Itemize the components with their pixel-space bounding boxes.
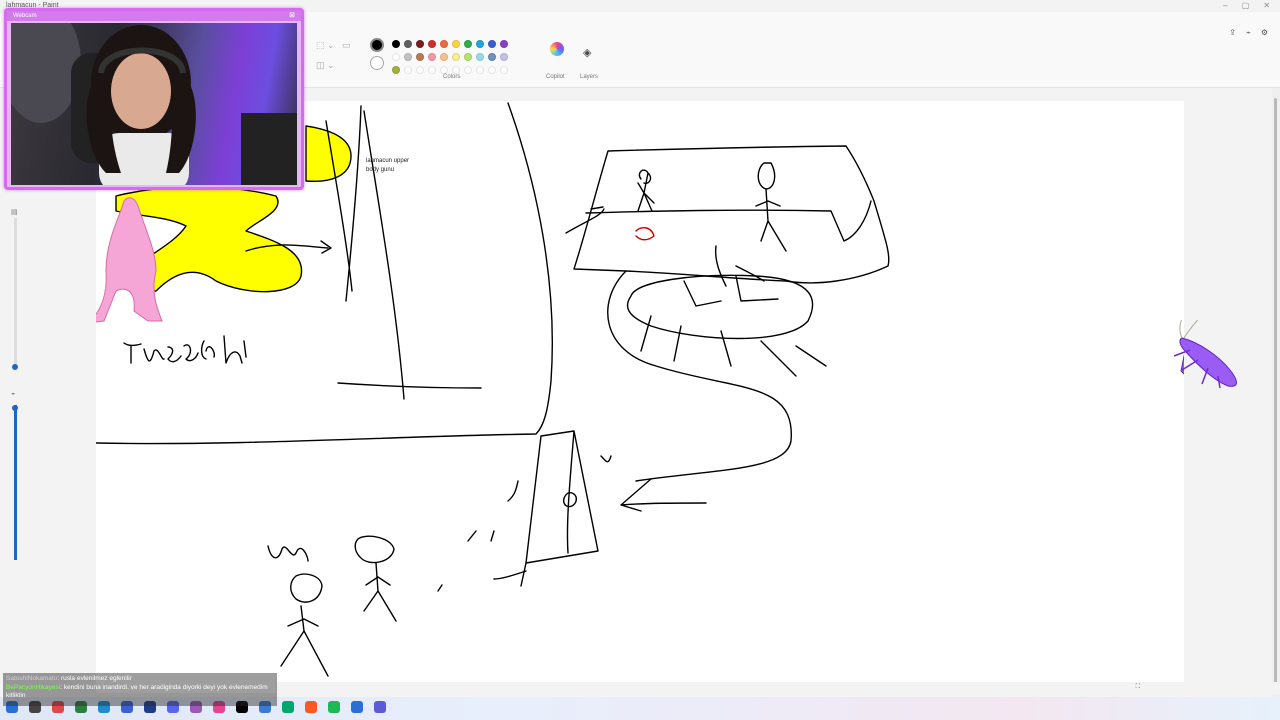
base-line <box>337 382 482 389</box>
chat-text: rusla evlenilmez eglenilir <box>60 675 132 682</box>
layers-group-label: Layers <box>580 74 599 80</box>
notification-icon[interactable]: ⌁ <box>1246 28 1251 37</box>
color-swatch[interactable] <box>464 53 472 61</box>
color-swatch[interactable] <box>428 53 436 61</box>
color-swatch[interactable] <box>416 53 424 61</box>
copilot-icon[interactable] <box>550 42 564 56</box>
color-swatch[interactable] <box>416 40 424 48</box>
color-swatch[interactable] <box>428 66 436 74</box>
selection-tool-icon[interactable]: ⬚ ⌄ ▭ <box>316 40 351 51</box>
color-swatch[interactable] <box>404 40 412 48</box>
color-swatch[interactable] <box>416 66 424 74</box>
webcam-video <box>11 23 297 185</box>
primary-color-swatch[interactable] <box>370 38 384 52</box>
color-swatch[interactable] <box>428 40 436 48</box>
color-swatch[interactable] <box>440 66 448 74</box>
webcam-header: Webcam ⊠ <box>7 11 301 21</box>
color-palette <box>390 38 510 76</box>
long-curve <box>607 270 792 482</box>
color-swatch[interactable] <box>488 40 496 48</box>
shape-tool-icon[interactable]: ◫ ⌄ <box>316 60 335 71</box>
color-swatch[interactable] <box>392 66 400 74</box>
chat-message: SatoshiNokamato: rusla evlenilmez egleni… <box>6 675 132 682</box>
purple-cockroach-overlay <box>1168 309 1244 390</box>
color-swatch[interactable] <box>464 66 472 74</box>
red-face <box>635 227 655 241</box>
color-swatch[interactable] <box>488 66 496 74</box>
maximize-icon[interactable]: ▢ <box>1242 1 1250 10</box>
taskbar-app-icon[interactable] <box>328 701 340 713</box>
share-icon[interactable]: ⇪ <box>1229 28 1236 37</box>
scrollbar-thumb[interactable] <box>1274 98 1277 688</box>
brush-size-thumb[interactable] <box>12 364 18 370</box>
copilot-group-label: Copilot <box>546 74 565 80</box>
colors-group <box>370 36 510 86</box>
window-controls: – ▢ ✕ <box>1223 1 1270 10</box>
webcam-label: Webcam <box>13 13 37 19</box>
pool-inner <box>585 200 872 242</box>
chat-username: SatoshiNokamato <box>6 675 58 682</box>
arrow-left <box>565 206 605 234</box>
opacity-thumb[interactable] <box>12 405 18 411</box>
ribbon-right-icons: ⇪ ⌁ ⚙ <box>1229 28 1268 37</box>
stick-figure-3 <box>354 535 397 622</box>
colors-group-label: Colors <box>443 74 461 80</box>
rocket <box>525 430 599 564</box>
taskbar-app-icon[interactable] <box>305 701 317 713</box>
stick-figure-4 <box>280 573 329 677</box>
webcam-close-icon: ⊠ <box>289 12 295 19</box>
color-swatch[interactable] <box>392 53 400 61</box>
layers-icon[interactable]: ◈ <box>583 46 591 59</box>
stick-figure-1 <box>637 169 655 212</box>
settings-icon[interactable]: ⚙ <box>1261 28 1268 37</box>
vertical-line-1 <box>345 105 362 302</box>
chat-message: BePacyonHikayesi: kendini buna inandirdi… <box>6 683 268 700</box>
rocket-circle <box>562 492 578 508</box>
color-swatch[interactable] <box>452 53 460 61</box>
minimize-icon[interactable]: – <box>1223 1 1227 10</box>
color-swatch[interactable] <box>392 40 400 48</box>
color-swatch[interactable] <box>500 40 508 48</box>
chat-overlay: SatoshiNokamato: rusla evlenilmez egleni… <box>3 673 277 706</box>
opacity-icon: ◒ <box>11 390 16 397</box>
arrow-2 <box>620 478 707 512</box>
legs <box>640 315 827 377</box>
couch-ellipse <box>626 274 814 340</box>
scribble-text <box>267 545 309 562</box>
color-swatch[interactable] <box>404 66 412 74</box>
color-swatch[interactable] <box>500 66 508 74</box>
taskbar-app-icon[interactable] <box>351 701 363 713</box>
vertical-line-3 <box>363 110 405 400</box>
fit-screen-icon[interactable]: ⛶ <box>1136 684 1140 691</box>
brush-size-icon: ▤ <box>11 209 18 216</box>
color-swatch[interactable] <box>404 53 412 61</box>
status-bar: ⛶ <box>276 682 1280 694</box>
taskbar-app-icon[interactable] <box>374 701 386 713</box>
rocket-flame-lines <box>493 455 612 587</box>
brush-size-slider[interactable] <box>12 218 18 370</box>
color-swatch[interactable] <box>440 53 448 61</box>
taskbar-app-icon[interactable] <box>282 701 294 713</box>
color-swatch[interactable] <box>452 66 460 74</box>
opacity-slider[interactable] <box>12 405 18 560</box>
color-swatch[interactable] <box>476 53 484 61</box>
color-swatch[interactable] <box>452 40 460 48</box>
webcam-overlay: Webcam ⊠ <box>4 8 304 190</box>
dashes <box>437 530 495 592</box>
vertical-scrollbar[interactable] <box>1272 88 1280 708</box>
color-swatch[interactable] <box>476 66 484 74</box>
canvas-text-note: lahmacun upper body gunu <box>366 158 410 173</box>
color-swatch[interactable] <box>476 40 484 48</box>
close-icon[interactable]: ✕ <box>1263 1 1270 10</box>
color-swatch[interactable] <box>488 53 496 61</box>
pool-table <box>573 145 890 284</box>
handwriting-shape <box>123 335 247 364</box>
stick-figure-2 <box>755 162 787 252</box>
color-swatch[interactable] <box>440 40 448 48</box>
secondary-color-swatch[interactable] <box>370 56 384 70</box>
color-swatch[interactable] <box>500 53 508 61</box>
chat-username: BePacyonHikayesi <box>6 683 61 691</box>
color-swatch[interactable] <box>464 40 472 48</box>
